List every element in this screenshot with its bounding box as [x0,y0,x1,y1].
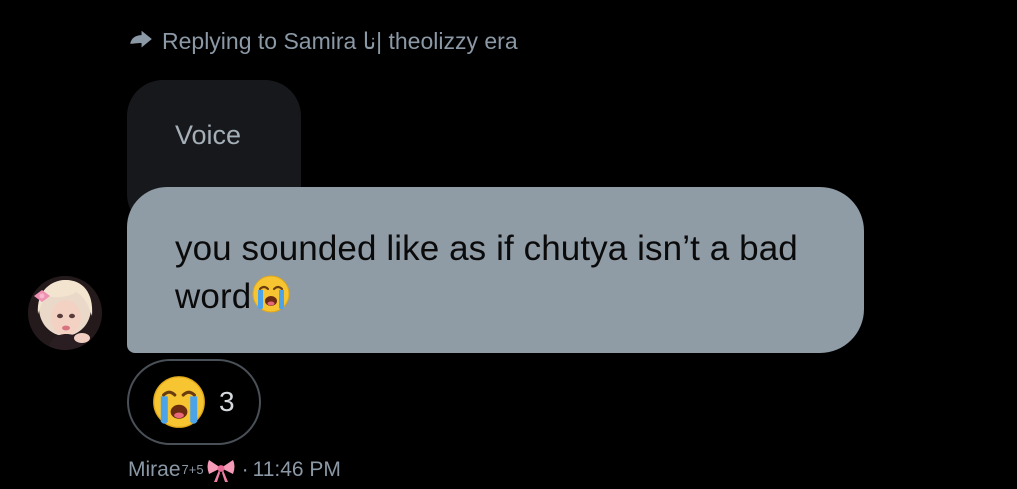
quoted-message-text: Voice [175,120,242,150]
reply-arrow-icon [130,30,152,48]
message-time: 11:46 PM [252,458,341,481]
reaction-pill[interactable]: 3 [127,359,261,445]
reply-context-text: Replying to Samira نا| theolizzy era [162,28,518,54]
sender-name[interactable]: Mirae [128,456,181,484]
loudly-crying-face-icon [153,376,205,428]
dm-conversation: Replying to Samira نا| theolizzy era Voi… [0,0,1017,489]
message-meta: Mirae 7+5 · 11:46 PM [128,456,341,484]
reply-context[interactable]: Replying to Samira نا| theolizzy era [128,26,518,56]
reaction-count: 3 [219,386,235,417]
sender-superscript: 7+5 [181,462,204,477]
avatar-image [28,276,102,350]
pink-bow-icon [207,460,235,482]
message-bubble[interactable]: you sounded like as if chutya isn’t a ba… [127,187,864,353]
meta-separator: · [241,458,249,481]
loudly-crying-face-icon [252,275,290,313]
avatar[interactable] [28,276,102,350]
message-text: you sounded like as if chutya isn’t a ba… [175,225,824,321]
